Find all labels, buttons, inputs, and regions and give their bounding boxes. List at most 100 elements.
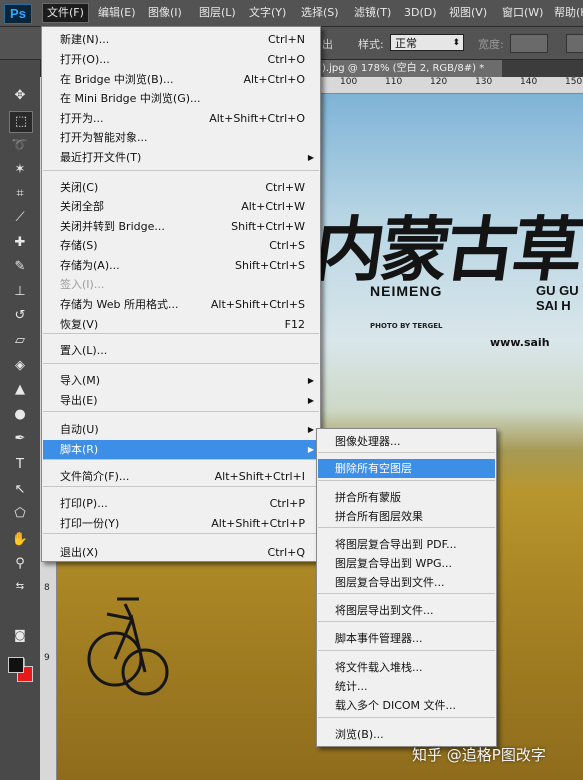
magic-wand-tool-icon[interactable]: ✶ (9, 160, 31, 180)
lasso-tool-icon[interactable]: ➰ (9, 136, 31, 156)
file-menu-item[interactable]: 打开(O)... Ctrl+O (43, 50, 319, 69)
script-menu-item[interactable]: 统计... (318, 677, 495, 696)
brush-tool-icon[interactable]: ✎ (9, 257, 31, 277)
file-menu-item[interactable]: 退出(X) Ctrl+Q (43, 543, 319, 562)
menu-image[interactable]: 图像(I) (144, 4, 186, 22)
script-menu-item[interactable]: 载入多个 DICOM 文件... (318, 696, 495, 715)
photoshop-logo: Ps (4, 4, 32, 24)
file-menu-item[interactable]: 打开为智能对象... (43, 128, 319, 147)
menu-item-shortcut: Shift+Ctrl+W (231, 220, 305, 233)
ruler-number: 100 (340, 77, 358, 87)
script-menu-item[interactable]: 将图层复合导出到 PDF... (318, 535, 495, 554)
document-title: ).jpg @ 178% (空白 2, RGB/8#) * (322, 63, 485, 74)
script-menu-item[interactable]: 将图层导出到文件... (318, 601, 495, 620)
menu-item-label: 将图层导出到文件... (335, 604, 434, 617)
script-menu-item[interactable]: 拼合所有蒙版 (318, 488, 495, 507)
menu-item-shortcut: Alt+Ctrl+O (243, 73, 305, 86)
history-brush-tool-icon[interactable]: ↺ (9, 306, 31, 326)
width-input[interactable] (510, 34, 548, 53)
menu-filter[interactable]: 滤镜(T) (350, 4, 395, 22)
menu-view[interactable]: 视图(V) (445, 4, 491, 22)
file-menu-item[interactable]: 最近打开文件(T) ▶ (43, 148, 319, 167)
menu-file[interactable]: 文件(F) (42, 3, 89, 23)
ruler-number: 130 (475, 77, 493, 87)
script-menu-item[interactable]: 图层复合导出到文件... (318, 573, 495, 592)
updown-arrow-icon: ⬍ (452, 38, 460, 48)
script-menu-item[interactable]: 浏览(B)... (318, 725, 495, 744)
eraser-tool-icon[interactable]: ▱ (9, 331, 31, 351)
path-select-tool-icon[interactable]: ↖ (9, 480, 31, 500)
quick-mask-icon[interactable]: ◙ (9, 625, 31, 645)
file-menu-item[interactable]: 存储为(A)... Shift+Ctrl+S (43, 256, 319, 275)
file-menu-item[interactable]: 关闭(C) Ctrl+W (43, 178, 319, 197)
stamp-tool-icon[interactable]: ⊥ (9, 282, 31, 302)
dodge-tool-icon[interactable]: ● (9, 405, 31, 425)
height-input[interactable] (566, 34, 583, 53)
menu-3d[interactable]: 3D(D) (400, 4, 441, 22)
menu-item-label: 统计... (335, 680, 368, 693)
menu-item-label: 拼合所有图层效果 (335, 510, 423, 523)
file-menu-item[interactable]: 打印一份(Y) Alt+Shift+Ctrl+P (43, 514, 319, 533)
swap-colors-icon[interactable]: ⇆ (9, 577, 31, 597)
pen-tool-icon[interactable]: ✒ (9, 429, 31, 449)
script-submenu: 图像处理器... 删除所有空图层 拼合所有蒙版拼合所有图层效果将图层复合导出到 PD… (316, 428, 497, 747)
marquee-tool-icon[interactable]: ⬚ (9, 111, 33, 133)
menu-item-label: 关闭并转到 Bridge... (60, 220, 165, 233)
menu-separator (318, 527, 495, 528)
file-menu-item[interactable]: 存储为 Web 所用格式... Alt+Shift+Ctrl+S (43, 295, 319, 314)
submenu-arrow-icon: ▶ (307, 445, 314, 454)
menu-edit[interactable]: 编辑(E) (94, 4, 140, 22)
file-menu-item[interactable]: 自动(U) ▶ (43, 420, 319, 439)
menu-separator (318, 717, 495, 718)
menu-window[interactable]: 窗口(W) (498, 4, 547, 22)
file-menu-item[interactable]: 在 Bridge 中浏览(B)... Alt+Ctrl+O (43, 70, 319, 89)
script-menu-item[interactable]: 图层复合导出到 WPG... (318, 554, 495, 573)
file-menu-item[interactable]: 导出(E) ▶ (43, 391, 319, 410)
menu-item-label: 图层复合导出到文件... (335, 576, 445, 589)
gradient-tool-icon[interactable]: ◈ (9, 356, 31, 376)
file-menu-item[interactable]: 存储(S) Ctrl+S (43, 236, 319, 255)
menu-bar: Ps 文件(F) 编辑(E) 图像(I) 图层(L) 文字(Y) 选择(S) 滤… (0, 0, 583, 27)
menu-item-label: 退出(X) (60, 546, 99, 559)
zoom-tool-icon[interactable]: ⚲ (9, 554, 31, 574)
menu-help[interactable]: 帮助(H) (550, 4, 583, 22)
document-tab[interactable]: ).jpg @ 178% (空白 2, RGB/8#) * × (318, 60, 502, 77)
file-menu-item[interactable]: 导入(M) ▶ (43, 371, 319, 390)
hand-tool-icon[interactable]: ✋ (9, 530, 31, 550)
type-tool-icon[interactable]: T (9, 455, 31, 475)
menu-type[interactable]: 文字(Y) (245, 4, 290, 22)
script-menu-item[interactable]: 拼合所有图层效果 (318, 507, 495, 526)
shape-tool-icon[interactable]: ⬠ (9, 504, 31, 524)
file-menu-item[interactable]: 新建(N)... Ctrl+N (43, 30, 319, 49)
ruler-number: 9 (44, 653, 50, 663)
feather-label: 出 (322, 38, 333, 51)
menu-item-shortcut: Alt+Shift+Ctrl+I (214, 470, 305, 483)
menu-item-shortcut: Ctrl+W (265, 181, 305, 194)
file-menu-item[interactable]: 脚本(R) ▶ (43, 440, 319, 459)
crop-tool-icon[interactable]: ⌗ (9, 184, 31, 204)
style-select[interactable]: 正常 ⬍ (390, 34, 464, 51)
script-menu-item[interactable]: 脚本事件管理器... (318, 629, 495, 648)
file-menu-item[interactable]: 在 Mini Bridge 中浏览(G)... (43, 89, 319, 108)
script-menu-item[interactable]: 删除所有空图层 (318, 459, 495, 478)
eyedropper-tool-icon[interactable]: ⟋ (9, 208, 31, 228)
menu-layer[interactable]: 图层(L) (195, 4, 240, 22)
menu-item-shortcut: Ctrl+O (267, 53, 305, 66)
file-menu-item[interactable]: 打开为... Alt+Shift+Ctrl+O (43, 109, 319, 128)
move-tool-icon[interactable]: ✥ (9, 86, 31, 106)
file-menu-item[interactable]: 关闭全部 Alt+Ctrl+W (43, 197, 319, 216)
menu-select[interactable]: 选择(S) (297, 4, 343, 22)
file-menu-item[interactable]: 打印(P)... Ctrl+P (43, 494, 319, 513)
blur-tool-icon[interactable]: ▲ (9, 380, 31, 400)
foreground-color-swatch[interactable] (8, 657, 24, 673)
menu-item-label: 图层复合导出到 WPG... (335, 557, 453, 570)
ruler-number: 110 (385, 77, 403, 87)
file-menu-item[interactable]: 文件简介(F)... Alt+Shift+Ctrl+I (43, 467, 319, 486)
file-menu-item[interactable]: 置入(L)... (43, 341, 319, 360)
file-menu-item[interactable]: 恢复(V) F12 (43, 315, 319, 334)
healing-tool-icon[interactable]: ✚ (9, 233, 31, 253)
menu-item-label: 关闭(C) (60, 181, 99, 194)
script-menu-item[interactable]: 将文件载入堆栈... (318, 658, 495, 677)
file-menu-item[interactable]: 关闭并转到 Bridge... Shift+Ctrl+W (43, 217, 319, 236)
script-menu-item[interactable]: 图像处理器... (318, 432, 495, 451)
